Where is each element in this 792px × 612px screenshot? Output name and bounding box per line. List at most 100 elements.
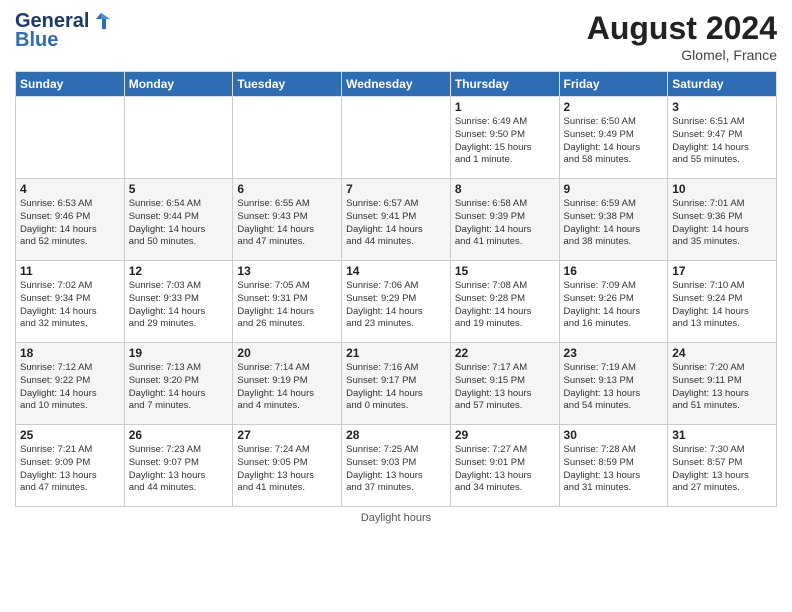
day-info: Sunrise: 7:27 AM Sunset: 9:01 PM Dayligh… [455, 444, 555, 495]
calendar-cell: 18Sunrise: 7:12 AM Sunset: 9:22 PM Dayli… [16, 343, 125, 425]
calendar-cell [124, 97, 233, 179]
day-info: Sunrise: 7:30 AM Sunset: 8:57 PM Dayligh… [672, 444, 772, 495]
logo-blue: Blue [15, 29, 58, 52]
calendar-cell: 21Sunrise: 7:16 AM Sunset: 9:17 PM Dayli… [342, 343, 451, 425]
logo-flag-icon [90, 11, 112, 33]
day-info: Sunrise: 6:57 AM Sunset: 9:41 PM Dayligh… [346, 198, 446, 249]
day-number: 23 [564, 346, 664, 360]
footer-note: Daylight hours [15, 512, 777, 524]
day-info: Sunrise: 7:19 AM Sunset: 9:13 PM Dayligh… [564, 362, 664, 413]
day-number: 13 [237, 264, 337, 278]
day-info: Sunrise: 7:08 AM Sunset: 9:28 PM Dayligh… [455, 280, 555, 331]
calendar-cell: 22 Sunrise: 7:17 AM Sunset: 9:15 PM Dayli… [450, 343, 559, 425]
day-info: Sunrise: 7:20 AM Sunset: 9:11 PM Dayligh… [672, 362, 772, 413]
day-number: 1 [455, 100, 555, 114]
day-info: Sunrise: 7:03 AM Sunset: 9:33 PM Dayligh… [129, 280, 229, 331]
day-number: 24 [672, 346, 772, 360]
day-info: Sunrise: 7:25 AM Sunset: 9:03 PM Dayligh… [346, 444, 446, 495]
calendar-cell: 23 Sunrise: 7:19 AM Sunset: 9:13 PM Dayli… [559, 343, 668, 425]
calendar-cell: 26 Sunrise: 7:23 AM Sunset: 9:07 PM Dayli… [124, 425, 233, 507]
day-number: 15 [455, 264, 555, 278]
calendar-cell: 11Sunrise: 7:02 AM Sunset: 9:34 PM Dayli… [16, 261, 125, 343]
calendar-cell: 15 Sunrise: 7:08 AM Sunset: 9:28 PM Dayli… [450, 261, 559, 343]
calendar-cell: 20 Sunrise: 7:14 AM Sunset: 9:19 PM Dayli… [233, 343, 342, 425]
day-number: 28 [346, 428, 446, 442]
col-tuesday: Tuesday [233, 72, 342, 97]
day-number: 7 [346, 182, 446, 196]
day-info: Sunrise: 7:02 AM Sunset: 9:34 PM Dayligh… [20, 280, 120, 331]
day-info: Sunrise: 6:53 AM Sunset: 9:46 PM Dayligh… [20, 198, 120, 249]
calendar-cell: 2 Sunrise: 6:50 AM Sunset: 9:49 PM Daylig… [559, 97, 668, 179]
col-monday: Monday [124, 72, 233, 97]
day-info: Sunrise: 7:13 AM Sunset: 9:20 PM Dayligh… [129, 362, 229, 413]
calendar-week-5: 25 Sunrise: 7:21 AM Sunset: 9:09 PM Dayli… [16, 425, 777, 507]
day-number: 2 [564, 100, 664, 114]
calendar-cell: 9Sunrise: 6:59 AM Sunset: 9:38 PM Daylig… [559, 179, 668, 261]
day-info: Sunrise: 6:50 AM Sunset: 9:49 PM Dayligh… [564, 116, 664, 167]
day-number: 14 [346, 264, 446, 278]
day-number: 3 [672, 100, 772, 114]
day-number: 20 [237, 346, 337, 360]
calendar-cell: 24 Sunrise: 7:20 AM Sunset: 9:11 PM Dayli… [668, 343, 777, 425]
calendar-cell [233, 97, 342, 179]
calendar-cell [342, 97, 451, 179]
day-number: 30 [564, 428, 664, 442]
logo: General Blue [15, 10, 113, 52]
calendar-week-2: 4Sunrise: 6:53 AM Sunset: 9:46 PM Daylig… [16, 179, 777, 261]
calendar-cell: 17Sunrise: 7:10 AM Sunset: 9:24 PM Dayli… [668, 261, 777, 343]
day-number: 18 [20, 346, 120, 360]
calendar-cell: 16 Sunrise: 7:09 AM Sunset: 9:26 PM Dayli… [559, 261, 668, 343]
day-number: 12 [129, 264, 229, 278]
day-number: 6 [237, 182, 337, 196]
day-number: 26 [129, 428, 229, 442]
calendar-cell: 28 Sunrise: 7:25 AM Sunset: 9:03 PM Dayli… [342, 425, 451, 507]
page: General Blue August 2024 Glomel, France … [0, 0, 792, 612]
calendar-cell: 30 Sunrise: 7:28 AM Sunset: 8:59 PM Dayli… [559, 425, 668, 507]
calendar-header-row: Sunday Monday Tuesday Wednesday Thursday… [16, 72, 777, 97]
calendar-week-1: 1 Sunrise: 6:49 AM Sunset: 9:50 PM Daylig… [16, 97, 777, 179]
calendar-cell: 3Sunrise: 6:51 AM Sunset: 9:47 PM Daylig… [668, 97, 777, 179]
calendar-cell: 31 Sunrise: 7:30 AM Sunset: 8:57 PM Dayli… [668, 425, 777, 507]
col-saturday: Saturday [668, 72, 777, 97]
day-number: 25 [20, 428, 120, 442]
day-number: 21 [346, 346, 446, 360]
calendar-week-4: 18Sunrise: 7:12 AM Sunset: 9:22 PM Dayli… [16, 343, 777, 425]
calendar-cell: 6Sunrise: 6:55 AM Sunset: 9:43 PM Daylig… [233, 179, 342, 261]
title-block: August 2024 Glomel, France [587, 10, 777, 63]
day-number: 5 [129, 182, 229, 196]
day-number: 19 [129, 346, 229, 360]
calendar-cell: 5 Sunrise: 6:54 AM Sunset: 9:44 PM Daylig… [124, 179, 233, 261]
day-info: Sunrise: 6:49 AM Sunset: 9:50 PM Dayligh… [455, 116, 555, 167]
calendar-cell: 10 Sunrise: 7:01 AM Sunset: 9:36 PM Dayli… [668, 179, 777, 261]
day-number: 27 [237, 428, 337, 442]
col-friday: Friday [559, 72, 668, 97]
day-info: Sunrise: 7:17 AM Sunset: 9:15 PM Dayligh… [455, 362, 555, 413]
day-info: Sunrise: 6:59 AM Sunset: 9:38 PM Dayligh… [564, 198, 664, 249]
day-info: Sunrise: 6:54 AM Sunset: 9:44 PM Dayligh… [129, 198, 229, 249]
day-number: 8 [455, 182, 555, 196]
calendar-cell: 27 Sunrise: 7:24 AM Sunset: 9:05 PM Dayli… [233, 425, 342, 507]
day-info: Sunrise: 7:21 AM Sunset: 9:09 PM Dayligh… [20, 444, 120, 495]
day-number: 29 [455, 428, 555, 442]
calendar-cell: 14Sunrise: 7:06 AM Sunset: 9:29 PM Dayli… [342, 261, 451, 343]
day-info: Sunrise: 6:58 AM Sunset: 9:39 PM Dayligh… [455, 198, 555, 249]
day-number: 16 [564, 264, 664, 278]
calendar-cell: 29 Sunrise: 7:27 AM Sunset: 9:01 PM Dayli… [450, 425, 559, 507]
day-info: Sunrise: 7:14 AM Sunset: 9:19 PM Dayligh… [237, 362, 337, 413]
calendar-cell: 12 Sunrise: 7:03 AM Sunset: 9:33 PM Dayli… [124, 261, 233, 343]
day-number: 31 [672, 428, 772, 442]
calendar-cell: 7 Sunrise: 6:57 AM Sunset: 9:41 PM Daylig… [342, 179, 451, 261]
day-info: Sunrise: 7:09 AM Sunset: 9:26 PM Dayligh… [564, 280, 664, 331]
day-info: Sunrise: 7:01 AM Sunset: 9:36 PM Dayligh… [672, 198, 772, 249]
calendar-cell: 19 Sunrise: 7:13 AM Sunset: 9:20 PM Dayli… [124, 343, 233, 425]
calendar-cell: 8 Sunrise: 6:58 AM Sunset: 9:39 PM Daylig… [450, 179, 559, 261]
daylight-hours-label: Daylight hours [361, 512, 431, 524]
day-info: Sunrise: 7:24 AM Sunset: 9:05 PM Dayligh… [237, 444, 337, 495]
day-number: 22 [455, 346, 555, 360]
calendar-cell: 13Sunrise: 7:05 AM Sunset: 9:31 PM Dayli… [233, 261, 342, 343]
col-sunday: Sunday [16, 72, 125, 97]
day-info: Sunrise: 7:28 AM Sunset: 8:59 PM Dayligh… [564, 444, 664, 495]
calendar-cell: 25 Sunrise: 7:21 AM Sunset: 9:09 PM Dayli… [16, 425, 125, 507]
day-number: 10 [672, 182, 772, 196]
day-info: Sunrise: 7:23 AM Sunset: 9:07 PM Dayligh… [129, 444, 229, 495]
